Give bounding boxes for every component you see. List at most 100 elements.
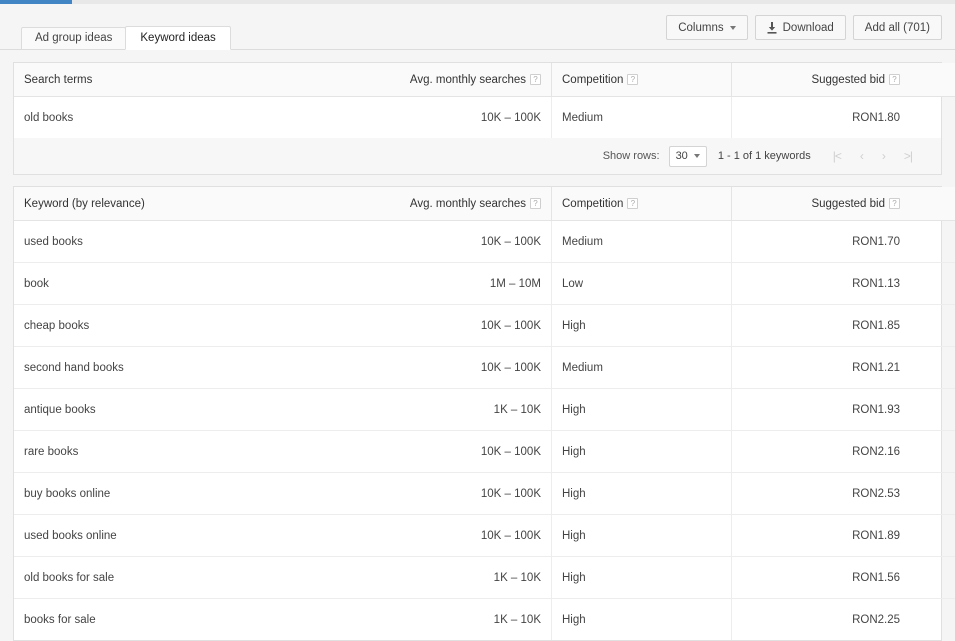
cell-competition: High [552, 557, 732, 599]
column-header-keyword[interactable]: Keyword (by relevance) [14, 187, 371, 221]
cell-suggested-bid: RON1.21 [732, 347, 911, 389]
table-row[interactable]: second hand books10K – 100KMediumRON1.21… [14, 347, 955, 389]
cell-keyword: old books for sale [14, 557, 371, 599]
table-row[interactable]: book1M – 10MLowRON1.13–» [14, 263, 955, 305]
column-header-search-terms[interactable]: Search terms [14, 63, 371, 97]
cell-avg-monthly-searches: 10K – 100K [371, 515, 552, 557]
cell-suggested-bid: RON1.89 [732, 515, 911, 557]
header-bar: Ad group ideas Keyword ideas Columns Dow… [0, 4, 955, 50]
cell-competition: High [552, 389, 732, 431]
add-all-button-label: Add all (701) [865, 22, 930, 34]
cell-ad-impr-share: – [910, 97, 955, 139]
table-row[interactable]: cheap books10K – 100KHighRON1.85–» [14, 305, 955, 347]
keyword-ideas-table-body: used books10K – 100KMediumRON1.70–»book1… [14, 221, 955, 641]
keyword-ideas-table: Keyword (by relevance) Avg. monthly sear… [14, 187, 955, 640]
add-all-button[interactable]: Add all (701) [853, 15, 942, 40]
download-icon [767, 22, 777, 34]
cell-avg-monthly-searches: 10K – 100K [371, 305, 552, 347]
cell-suggested-bid: RON1.80 [732, 97, 911, 139]
cell-competition: High [552, 473, 732, 515]
help-icon-competition[interactable]: ? [627, 74, 638, 85]
pagination-bar: Show rows: 30 1 - 1 of 1 keywords |< ‹ ›… [13, 138, 942, 175]
cell-keyword: antique books [14, 389, 371, 431]
column-header-ad-impr-share[interactable]: Ad impr. share? [910, 63, 955, 97]
column-header-avg-monthly-searches[interactable]: Avg. monthly searches? [371, 63, 552, 97]
tab-strip: Ad group ideas Keyword ideas [21, 26, 230, 50]
table-row[interactable]: used books online10K – 100KHighRON1.89–» [14, 515, 955, 557]
download-button[interactable]: Download [755, 15, 846, 40]
column-header-suggested-bid[interactable]: Suggested bid? [732, 63, 911, 97]
cell-keyword: used books online [14, 515, 371, 557]
cell-ad-impr-share: – [910, 431, 955, 473]
cell-ad-impr-share: – [910, 515, 955, 557]
cell-ad-impr-share: – [910, 389, 955, 431]
table-row[interactable]: old books 10K – 100K Medium RON1.80 – » [14, 97, 955, 139]
cell-search-term: old books [14, 97, 371, 139]
column-header-competition-label: Competition [562, 74, 623, 86]
table-row[interactable]: old books for sale1K – 10KHighRON1.56–» [14, 557, 955, 599]
help-icon-avg-monthly-searches[interactable]: ? [530, 198, 541, 209]
rows-per-page-value: 30 [676, 150, 688, 162]
table-row[interactable]: antique books1K – 10KHighRON1.93–» [14, 389, 955, 431]
download-button-label: Download [783, 22, 834, 34]
help-icon-suggested-bid[interactable]: ? [889, 198, 900, 209]
previous-page-button[interactable]: ‹ [855, 149, 868, 163]
cell-suggested-bid: RON1.93 [732, 389, 911, 431]
tab-ad-group-ideas[interactable]: Ad group ideas [21, 27, 126, 50]
column-header-suggested-bid-label: Suggested bid [811, 74, 885, 86]
search-terms-table-body: old books 10K – 100K Medium RON1.80 – » [14, 97, 955, 139]
table-row[interactable]: used books10K – 100KMediumRON1.70–» [14, 221, 955, 263]
cell-competition: High [552, 515, 732, 557]
tab-ad-group-ideas-label: Ad group ideas [35, 32, 112, 44]
cell-keyword: second hand books [14, 347, 371, 389]
cell-avg-monthly-searches: 1M – 10M [371, 263, 552, 305]
column-header-ad-impr-share[interactable]: Ad impr. share? [910, 187, 955, 221]
show-rows-label: Show rows: [603, 150, 660, 162]
cell-avg-monthly-searches: 10K – 100K [371, 431, 552, 473]
help-icon-avg-monthly-searches[interactable]: ? [530, 74, 541, 85]
column-header-avg-monthly-searches[interactable]: Avg. monthly searches? [371, 187, 552, 221]
cell-keyword: buy books online [14, 473, 371, 515]
cell-suggested-bid: RON1.85 [732, 305, 911, 347]
cell-suggested-bid: RON1.70 [732, 221, 911, 263]
cell-competition: Low [552, 263, 732, 305]
first-page-button[interactable]: |< [828, 149, 846, 163]
cell-ad-impr-share: – [910, 347, 955, 389]
search-terms-panel: Search terms Avg. monthly searches? Comp… [13, 62, 942, 138]
column-header-competition-label: Competition [562, 198, 623, 210]
cell-avg-monthly-searches: 10K – 100K [371, 221, 552, 263]
cell-competition: High [552, 305, 732, 347]
tab-keyword-ideas-label: Keyword ideas [140, 32, 215, 44]
cell-keyword: used books [14, 221, 371, 263]
cell-avg-monthly-searches: 10K – 100K [371, 97, 552, 139]
columns-button[interactable]: Columns [666, 15, 747, 40]
cell-competition: Medium [552, 347, 732, 389]
cell-suggested-bid: RON2.16 [732, 431, 911, 473]
column-header-avg-monthly-searches-label: Avg. monthly searches [410, 198, 526, 210]
column-header-competition[interactable]: Competition? [552, 63, 732, 97]
last-page-button[interactable]: >| [899, 149, 917, 163]
cell-ad-impr-share: – [910, 473, 955, 515]
keyword-ideas-panel: Keyword (by relevance) Avg. monthly sear… [13, 186, 942, 641]
cell-suggested-bid: RON1.56 [732, 557, 911, 599]
help-icon-suggested-bid[interactable]: ? [889, 74, 900, 85]
cell-competition: High [552, 431, 732, 473]
help-icon-competition[interactable]: ? [627, 198, 638, 209]
chevron-down-icon [694, 154, 700, 158]
table-row[interactable]: buy books online10K – 100KHighRON2.53–» [14, 473, 955, 515]
cell-keyword: cheap books [14, 305, 371, 347]
cell-avg-monthly-searches: 1K – 10K [371, 389, 552, 431]
cell-ad-impr-share: – [910, 221, 955, 263]
rows-per-page-select[interactable]: 30 [669, 146, 707, 167]
next-page-button[interactable]: › [877, 149, 890, 163]
cell-ad-impr-share: – [910, 305, 955, 347]
table-header-row: Keyword (by relevance) Avg. monthly sear… [14, 187, 955, 221]
cell-avg-monthly-searches: 10K – 100K [371, 347, 552, 389]
column-header-suggested-bid[interactable]: Suggested bid? [732, 187, 911, 221]
column-header-avg-monthly-searches-label: Avg. monthly searches [410, 74, 526, 86]
table-row[interactable]: rare books10K – 100KHighRON2.16–» [14, 431, 955, 473]
cell-competition: Medium [552, 97, 732, 139]
tab-keyword-ideas[interactable]: Keyword ideas [125, 26, 230, 50]
cell-suggested-bid: RON1.13 [732, 263, 911, 305]
column-header-competition[interactable]: Competition? [552, 187, 732, 221]
